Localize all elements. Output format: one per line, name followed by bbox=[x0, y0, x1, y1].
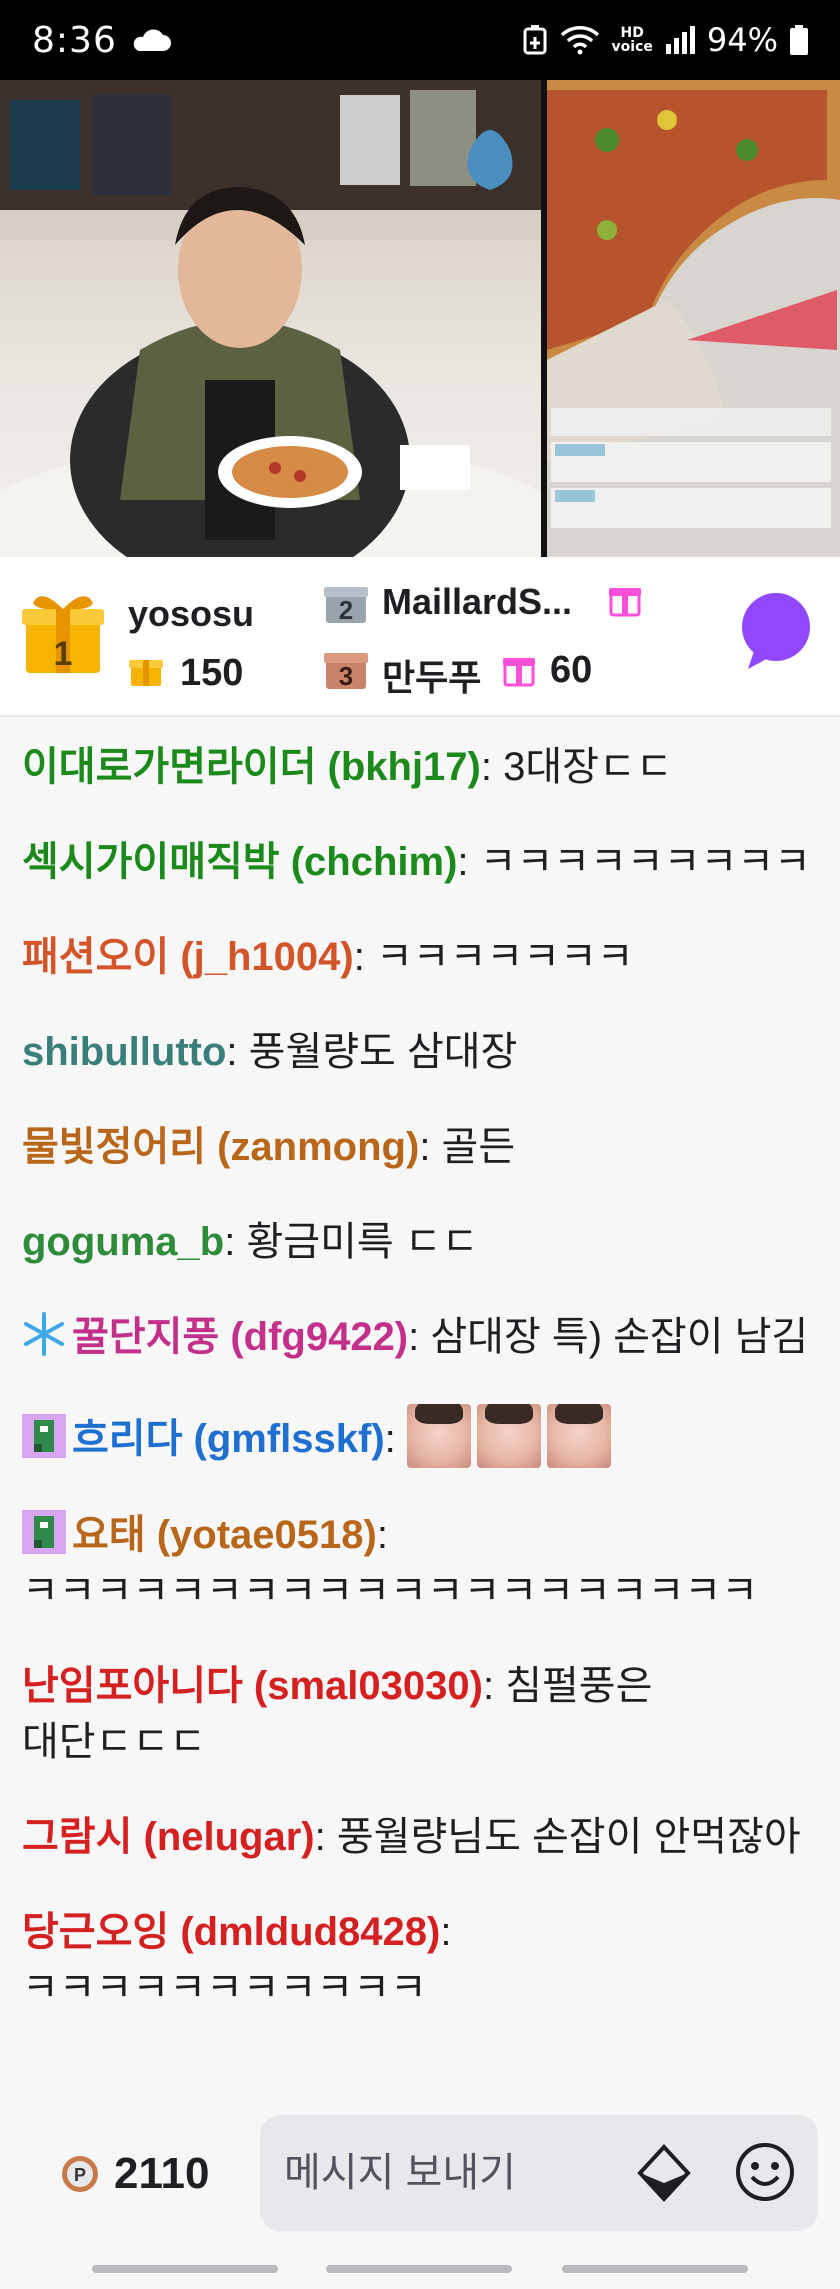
signal-icon bbox=[665, 26, 695, 54]
chat-separator: : bbox=[314, 1815, 337, 1859]
chat-username[interactable]: 흐리다 (gmflsskf) bbox=[72, 1417, 385, 1461]
pizza-closeup-illustration bbox=[547, 80, 840, 557]
chat-separator: : bbox=[376, 1513, 388, 1557]
chat-message: 당근오잉 (dmldud8428): ㅋㅋㅋㅋㅋㅋㅋㅋㅋㅋㅋ bbox=[22, 1904, 818, 2016]
wifi-icon bbox=[560, 26, 599, 55]
chat-separator: : bbox=[482, 1664, 506, 1708]
battery-percent: 94% bbox=[706, 21, 778, 59]
chat-username[interactable]: 패션오이 (j_h1004) bbox=[22, 935, 354, 979]
svg-text:2: 2 bbox=[339, 595, 353, 625]
message-input-container bbox=[260, 2115, 818, 2231]
chat-username[interactable]: 당근오잉 (dmldud8428) bbox=[22, 1910, 440, 1954]
stream-main-camera bbox=[0, 80, 590, 557]
system-nav-bar bbox=[0, 2265, 840, 2275]
chat-username[interactable]: 이대로가면라이더 (bkhj17) bbox=[22, 745, 481, 789]
status-bar: 8:36 HD voice 94% bbox=[0, 0, 840, 80]
chat-message: shibullutto: 풍월량도 삼대장 bbox=[22, 1024, 818, 1080]
chat-separator: : bbox=[480, 745, 504, 789]
subscriber-badge-icon bbox=[22, 1510, 66, 1554]
chat-emote[interactable] bbox=[406, 1404, 471, 1468]
chat-message: 그람시 (nelugar): 풍월량님도 손잡이 안먹잖아 bbox=[22, 1809, 818, 1865]
chat-message-text: 골든 bbox=[441, 1125, 516, 1169]
chat-message: 요태 (yotae0518): ㅋㅋㅋㅋㅋㅋㅋㅋㅋㅋㅋㅋㅋㅋㅋㅋㅋㅋㅋㅋ bbox=[22, 1507, 818, 1619]
chat-username[interactable]: 섹시가이매직박 (chchim) bbox=[22, 840, 457, 884]
chat-username[interactable]: 꿀단지풍 (dfg9422) bbox=[72, 1315, 408, 1359]
chat-message-text: ㅋㅋㅋㅋㅋㅋㅋㅋㅋㅋㅋㅋㅋㅋㅋㅋㅋㅋㅋㅋ bbox=[22, 1569, 758, 1613]
top-gifter-3-name[interactable]: 만두푸 bbox=[382, 649, 481, 701]
gift-icon-pink bbox=[609, 588, 641, 617]
chat-separator: : bbox=[440, 1910, 452, 1954]
chat-message: 꿀단지풍 (dfg9422): 삼대장 특) 손잡이 남김 bbox=[22, 1309, 818, 1365]
message-input[interactable] bbox=[284, 2150, 624, 2196]
subscriber-badge-icon bbox=[22, 1414, 66, 1458]
hd-voice-indicator: HD voice bbox=[611, 25, 653, 55]
battery-icon bbox=[790, 25, 808, 55]
chat-message-text: 풍월량도 삼대장 bbox=[248, 1030, 518, 1074]
chat-message-text: 3대장ㄷㄷ bbox=[503, 745, 673, 789]
chat-message-text: 삼대장 특) 손잡이 남김 bbox=[430, 1315, 809, 1359]
emoji-picker-icon[interactable] bbox=[734, 2141, 796, 2203]
chat-message-text: 황금미륵 ㄷㄷ bbox=[246, 1220, 479, 1264]
chat-message-text: ㅋㅋㅋㅋㅋㅋㅋㅋㅋㅋㅋ bbox=[22, 1966, 427, 2010]
rank-1-gift-icon: 1 bbox=[22, 596, 104, 673]
chat-username[interactable]: 요태 (yotae0518) bbox=[72, 1513, 377, 1557]
chat-separator: : bbox=[226, 1030, 249, 1074]
stream-side-camera bbox=[544, 80, 840, 557]
gift-icon-gold bbox=[129, 660, 163, 686]
svg-text:3: 3 bbox=[339, 661, 353, 691]
streamer-scene-illustration bbox=[0, 80, 590, 557]
chat-message: 난임포아니다 (smal03030): 침펄풍은 대단ㄷㄷㄷ bbox=[22, 1658, 818, 1770]
top-gifter-1-count: 150 bbox=[180, 652, 244, 694]
chat-emote[interactable] bbox=[546, 1404, 611, 1468]
top-gifter-3-count: 60 bbox=[550, 649, 593, 691]
chat-separator: : bbox=[384, 1417, 407, 1461]
svg-text:P: P bbox=[74, 2165, 86, 2185]
chat-separator: : bbox=[408, 1315, 431, 1359]
chat-separator: : bbox=[353, 935, 376, 979]
chat-message: 물빛정어리 (zanmong): 골든 bbox=[22, 1119, 818, 1175]
status-time: 8:36 bbox=[32, 19, 117, 61]
top-gifter-1-name[interactable]: yososu bbox=[128, 593, 264, 635]
chat-bubble-icon[interactable] bbox=[740, 593, 812, 669]
chat-username[interactable]: 그람시 (nelugar) bbox=[22, 1815, 315, 1859]
channel-points-count: 2110 bbox=[114, 2149, 210, 2198]
chat-input-bar: P 2110 bbox=[0, 2107, 840, 2289]
top-gifters-bar: 1 yososu 150 2 MaillardS... 3 만두푸 60 bbox=[0, 557, 840, 717]
chat-emote[interactable] bbox=[476, 1404, 541, 1468]
bits-icon[interactable] bbox=[634, 2143, 694, 2203]
channel-points-icon: P bbox=[62, 2156, 98, 2192]
rank-2-gift-icon: 2 bbox=[324, 587, 368, 625]
chat-message: 패션오이 (j_h1004): ㅋㅋㅋㅋㅋㅋㅋ bbox=[22, 929, 818, 985]
gift-icon-pink bbox=[503, 658, 535, 687]
rank-3-gift-icon: 3 bbox=[324, 653, 368, 691]
cloud-icon bbox=[133, 29, 171, 51]
chat-username[interactable]: 물빛정어리 (zanmong) bbox=[22, 1125, 419, 1169]
top-gifter-2-name[interactable]: MaillardS... bbox=[382, 581, 572, 623]
chat-message-text: ㅋㅋㅋㅋㅋㅋㅋ bbox=[375, 935, 634, 979]
chat-message-text: ㅋㅋㅋㅋㅋㅋㅋㅋㅋ bbox=[479, 840, 811, 884]
channel-points-button[interactable]: P 2110 bbox=[60, 2149, 209, 2199]
chat-message: goguma_b: 황금미륵 ㄷㄷ bbox=[22, 1214, 818, 1270]
stream-video-player[interactable] bbox=[0, 80, 840, 557]
chat-username[interactable]: shibullutto bbox=[22, 1030, 226, 1074]
battery-saver-icon bbox=[523, 25, 547, 55]
chat-message-list[interactable]: 이대로가면라이더 (bkhj17): 3대장ㄷㄷ 섹시가이매직박 (chchim)… bbox=[0, 717, 840, 2107]
snowflake-badge-icon bbox=[24, 1312, 64, 1356]
chat-message-text: 풍월량님도 손잡이 안먹잖아 bbox=[336, 1815, 801, 1859]
svg-text:1: 1 bbox=[54, 635, 73, 673]
chat-separator: : bbox=[457, 840, 480, 884]
chat-message: 이대로가면라이더 (bkhj17): 3대장ㄷㄷ bbox=[22, 739, 818, 795]
chat-message: 섹시가이매직박 (chchim): ㅋㅋㅋㅋㅋㅋㅋㅋㅋ bbox=[22, 834, 818, 890]
chat-message: 흐리다 (gmflsskf): bbox=[22, 1404, 818, 1468]
chat-username[interactable]: 난임포아니다 (smal03030) bbox=[22, 1664, 483, 1708]
chat-separator: : bbox=[224, 1220, 247, 1264]
chat-separator: : bbox=[419, 1125, 442, 1169]
chat-username[interactable]: goguma_b bbox=[22, 1220, 224, 1264]
